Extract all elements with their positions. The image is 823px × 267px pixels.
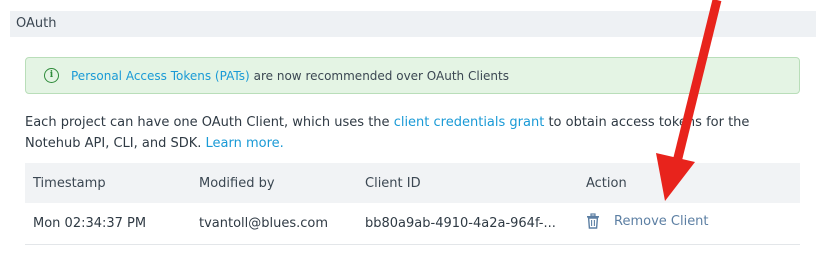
- table-row: Mon 02:34:37 PM tvantoll@blues.com bb80a…: [25, 203, 800, 245]
- table-header-row: Timestamp Modified by Client ID Action: [25, 163, 800, 203]
- alert-message: are now recommended over OAuth Clients: [253, 68, 509, 83]
- client-id-value: bb80a9ab-4910-4a2a-964f-...: [365, 215, 556, 231]
- description-text-start: Each project can have one OAuth Client, …: [25, 115, 394, 130]
- pat-link[interactable]: Personal Access Tokens (PATs): [71, 69, 250, 83]
- trash-icon: [587, 213, 599, 229]
- learn-more-link[interactable]: Learn more.: [206, 136, 284, 151]
- info-icon: i: [44, 68, 59, 83]
- pat-recommendation-alert: i Personal Access Tokens (PATs) are now …: [25, 57, 800, 94]
- client-credentials-grant-link[interactable]: client credentials grant: [394, 115, 545, 130]
- header-modified-by: Modified by: [191, 163, 357, 203]
- oauth-description: Each project can have one OAuth Client, …: [25, 112, 805, 154]
- oauth-clients-table: Timestamp Modified by Client ID Action M…: [25, 163, 800, 245]
- cell-client-id: bb80a9ab-4910-4a2a-964f-...: [357, 203, 578, 245]
- remove-client-button[interactable]: Remove Client: [586, 213, 709, 229]
- section-title: OAuth: [16, 16, 57, 31]
- cell-action: Remove Client: [578, 203, 800, 245]
- header-client-id: Client ID: [357, 163, 578, 203]
- cell-modified-by: tvantoll@blues.com: [191, 203, 357, 245]
- section-header-oauth: OAuth: [10, 11, 816, 37]
- remove-client-label: Remove Client: [614, 213, 709, 229]
- header-action: Action: [578, 163, 800, 203]
- cell-timestamp: Mon 02:34:37 PM: [25, 203, 191, 245]
- header-timestamp: Timestamp: [25, 163, 191, 203]
